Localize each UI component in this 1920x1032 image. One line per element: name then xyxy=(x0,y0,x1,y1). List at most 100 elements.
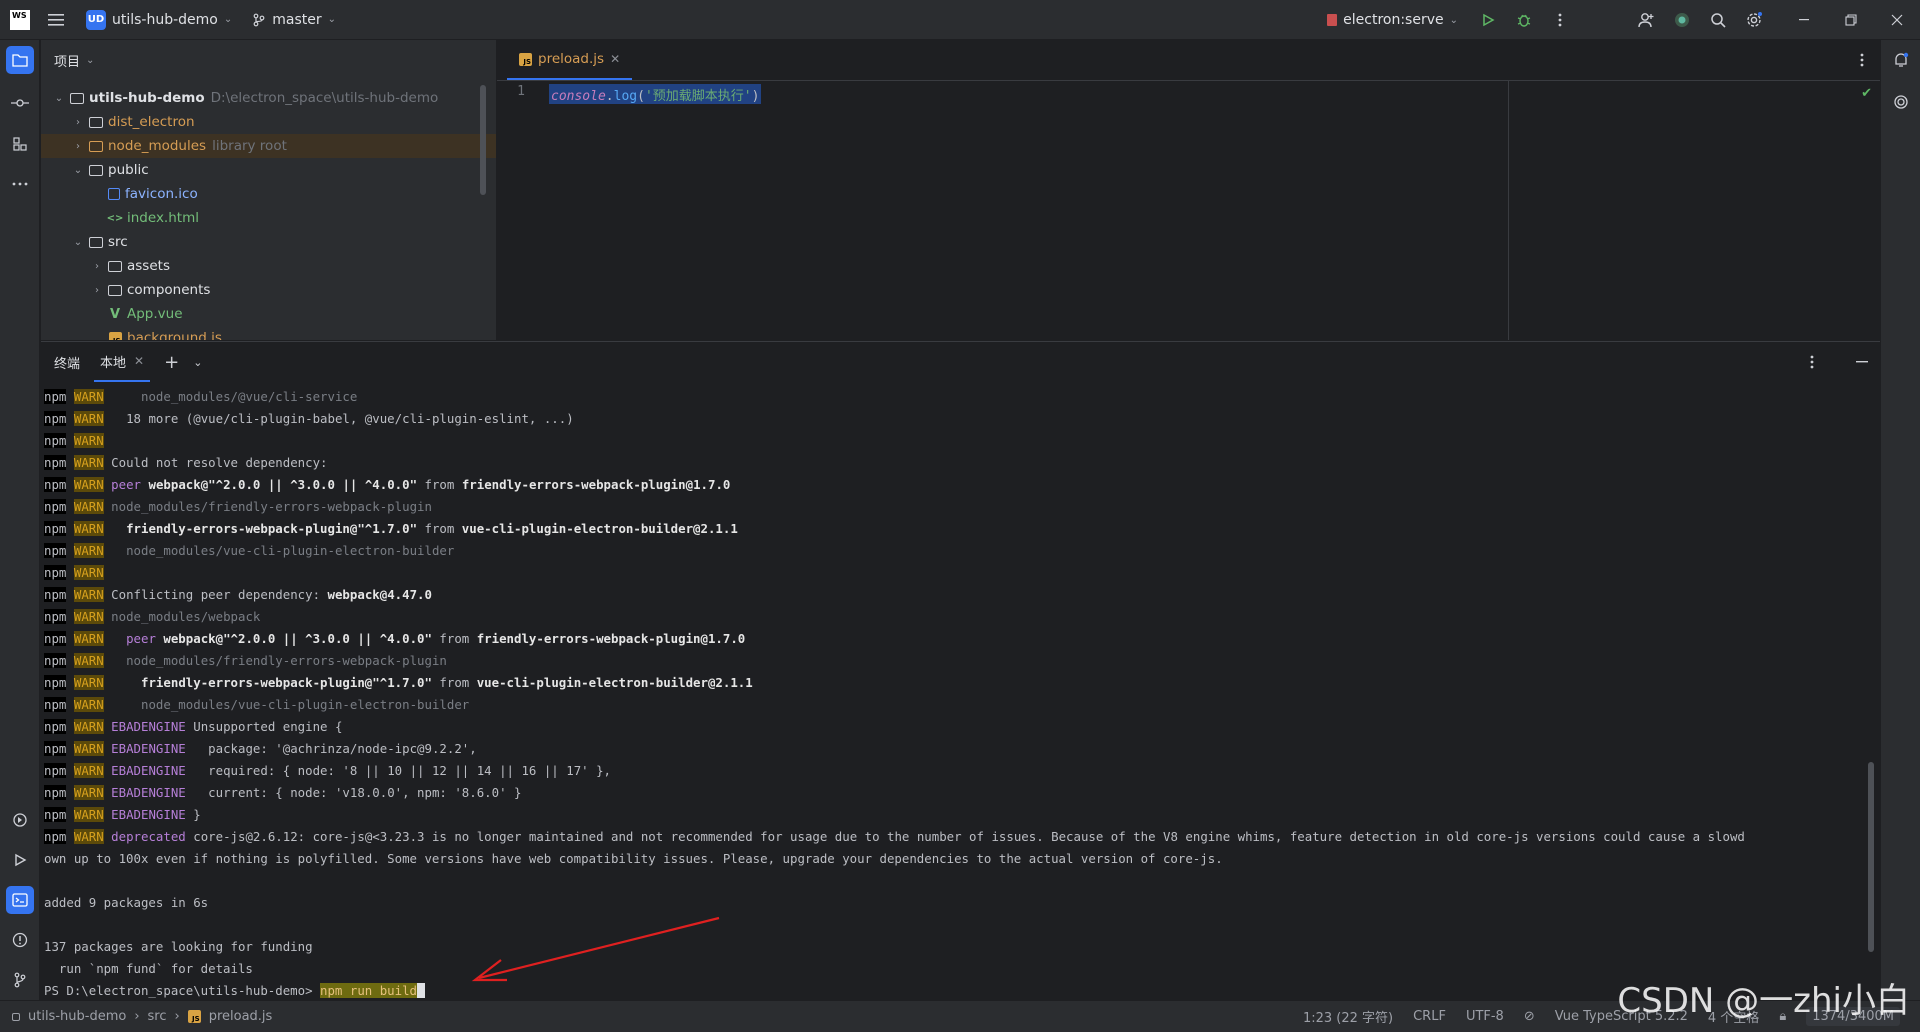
terminal-text: friendly-errors-webpack-plugin@1.7.0 xyxy=(476,631,746,646)
tree-item-components[interactable]: › components xyxy=(41,278,496,302)
run-config-selector[interactable]: electron:serve ⌄ xyxy=(1327,12,1458,28)
terminal-text: webpack@"^2.0.0 || ^3.0.0 || ^4.0.0" xyxy=(163,631,432,646)
commit-tool-button[interactable] xyxy=(6,89,34,117)
npm-tag: npm xyxy=(44,389,67,404)
git-tool-button[interactable] xyxy=(6,966,34,994)
project-badge: UD xyxy=(86,9,106,30)
tree-item-label: src xyxy=(108,234,128,250)
terminal-text: EBADENGINE xyxy=(111,719,186,734)
terminal-line: npm WARN node_modules/vue-cli-plugin-ele… xyxy=(44,540,1874,562)
ai-chat-tool-button[interactable] xyxy=(1887,88,1915,116)
no-problems-check-icon[interactable]: ✔ xyxy=(1861,86,1872,101)
chevron-right-icon[interactable]: › xyxy=(70,117,86,128)
line-separator[interactable]: CRLF xyxy=(1413,1009,1446,1024)
ai-assistant-icon[interactable] xyxy=(1664,4,1700,36)
hide-panel-icon[interactable] xyxy=(1844,346,1880,378)
lock-icon[interactable]: 🔒︎ xyxy=(1779,1009,1786,1024)
chevron-down-icon[interactable]: ⌄ xyxy=(193,356,202,369)
terminal-output[interactable]: npm WARN node_modules/@vue/cli-service np… xyxy=(44,386,1874,998)
caret-position[interactable]: 1:23 (22 字符) xyxy=(1303,1007,1393,1026)
terminal-line: own up to 100x even if nothing is polyfi… xyxy=(44,848,1874,870)
memory-indicator[interactable]: 1374/3400M xyxy=(1806,1007,1900,1026)
terminal-prompt-line[interactable]: PS D:\electron_space\utils-hub-demo> npm… xyxy=(44,980,1874,998)
more-horizontal-icon xyxy=(12,182,28,186)
no-inspection-icon[interactable]: ⊘ xyxy=(1524,1009,1535,1024)
file-encoding[interactable]: UTF-8 xyxy=(1466,1009,1504,1024)
terminal-text: friendly-errors-webpack-plugin@1.7.0 xyxy=(461,477,731,492)
indent-setting[interactable]: 4 个空格 xyxy=(1708,1007,1759,1026)
restore-icon[interactable] xyxy=(1828,4,1874,36)
search-icon[interactable] xyxy=(1700,4,1736,36)
close-icon[interactable]: ✕ xyxy=(134,354,144,368)
chevron-down-icon[interactable]: ⌄ xyxy=(70,165,86,176)
code-line-1[interactable]: console.log('预加载脚本执行') xyxy=(549,84,762,104)
tree-item-label: assets xyxy=(127,258,170,274)
services-tool-button[interactable] xyxy=(6,806,34,834)
branch-selector[interactable]: master ⌄ xyxy=(252,12,336,28)
tree-item-dist-electron[interactable]: › dist_electron xyxy=(41,110,496,134)
tree-item-src[interactable]: ⌄ src xyxy=(41,230,496,254)
tree-item-assets[interactable]: › assets xyxy=(41,254,496,278)
breadcrumb-item[interactable]: preload.js xyxy=(209,1009,273,1024)
terminal-more-icon[interactable] xyxy=(1794,346,1830,378)
project-scrollbar[interactable] xyxy=(480,85,486,195)
typed-command[interactable]: npm run build xyxy=(320,983,417,998)
terminal-text: Conflicting peer dependency: xyxy=(111,587,328,602)
terminal-line: added 9 packages in 6s xyxy=(44,892,1874,914)
annotation-arrow xyxy=(471,916,720,982)
tree-item-background-js[interactable]: JS background.js xyxy=(41,326,496,340)
editor-more-icon[interactable] xyxy=(1844,40,1880,80)
editor-tab-preload[interactable]: JS preload.js ✕ xyxy=(507,40,633,80)
run-config-name: electron:serve xyxy=(1343,12,1444,28)
more-actions-icon[interactable] xyxy=(1542,4,1578,36)
tree-item-app-vue[interactable]: V App.vue xyxy=(41,302,496,326)
settings-gear-icon[interactable] xyxy=(1736,4,1772,36)
tree-item-favicon[interactable]: favicon.ico xyxy=(41,182,496,206)
breadcrumb-item[interactable]: utils-hub-demo xyxy=(28,1009,126,1024)
problems-tool-button[interactable] xyxy=(6,926,34,954)
chevron-right-icon[interactable]: › xyxy=(70,141,86,152)
new-tab-plus-icon[interactable]: + xyxy=(164,352,179,373)
project-square-icon xyxy=(12,1012,20,1021)
terminal-tool-button[interactable] xyxy=(6,886,34,914)
webstorm-logo[interactable]: WS xyxy=(10,9,30,30)
main-menu-icon[interactable] xyxy=(38,4,74,36)
add-user-icon[interactable] xyxy=(1628,4,1664,36)
npm-tag: npm xyxy=(44,499,67,514)
project-tool-button[interactable] xyxy=(6,46,34,74)
tree-item-public[interactable]: ⌄ public xyxy=(41,158,496,182)
debug-icon[interactable] xyxy=(1506,4,1542,36)
tree-item-label: index.html xyxy=(127,210,199,226)
run-tool-button[interactable] xyxy=(6,846,34,874)
terminal-text: } xyxy=(185,807,201,822)
breadcrumb-item[interactable]: src xyxy=(148,1009,167,1024)
notifications-tool-button[interactable] xyxy=(1887,46,1915,74)
minimize-icon[interactable] xyxy=(1782,4,1828,36)
shell-prompt: PS D:\electron_space\utils-hub-demo> xyxy=(44,983,321,998)
chevron-right-icon[interactable]: › xyxy=(89,261,105,272)
close-icon[interactable]: ✕ xyxy=(610,52,620,66)
project-panel-header[interactable]: 项目 ⌄ xyxy=(41,40,496,80)
more-tools-button[interactable] xyxy=(6,170,34,198)
language-service[interactable]: Vue TypeScript 5.2.2 xyxy=(1555,1009,1688,1024)
close-window-icon[interactable] xyxy=(1874,4,1920,36)
tree-item-index-html[interactable]: <> index.html xyxy=(41,206,496,230)
terminal-tab-local[interactable]: 本地 ✕ xyxy=(94,342,151,382)
tree-item-node-modules[interactable]: › node_modules library root xyxy=(41,134,496,158)
npm-tag: npm xyxy=(44,433,67,448)
terminal-scrollbar[interactable] xyxy=(1868,762,1874,952)
tree-item-label: utils-hub-demo xyxy=(89,90,205,106)
chevron-down-icon[interactable]: ⌄ xyxy=(51,93,67,104)
tree-item-root[interactable]: ⌄ utils-hub-demo D:\electron_space\utils… xyxy=(41,86,496,110)
terminal-line: npm WARN xyxy=(44,562,1874,584)
npm-tag: npm xyxy=(44,719,67,734)
run-icon[interactable] xyxy=(1470,4,1506,36)
project-selector[interactable]: UD utils-hub-demo ⌄ xyxy=(80,6,238,34)
terminal-text: Could not resolve dependency: xyxy=(111,455,328,470)
chevron-down-icon[interactable]: ⌄ xyxy=(70,237,86,248)
line-number-gutter: 1 xyxy=(497,81,547,340)
chevron-right-icon[interactable]: › xyxy=(89,285,105,296)
structure-tool-button[interactable] xyxy=(6,130,34,158)
terminal-text: friendly-errors-webpack-plugin@"^1.7.0" xyxy=(126,521,418,536)
terminal-line: npm WARN EBADENGINE } xyxy=(44,804,1874,826)
